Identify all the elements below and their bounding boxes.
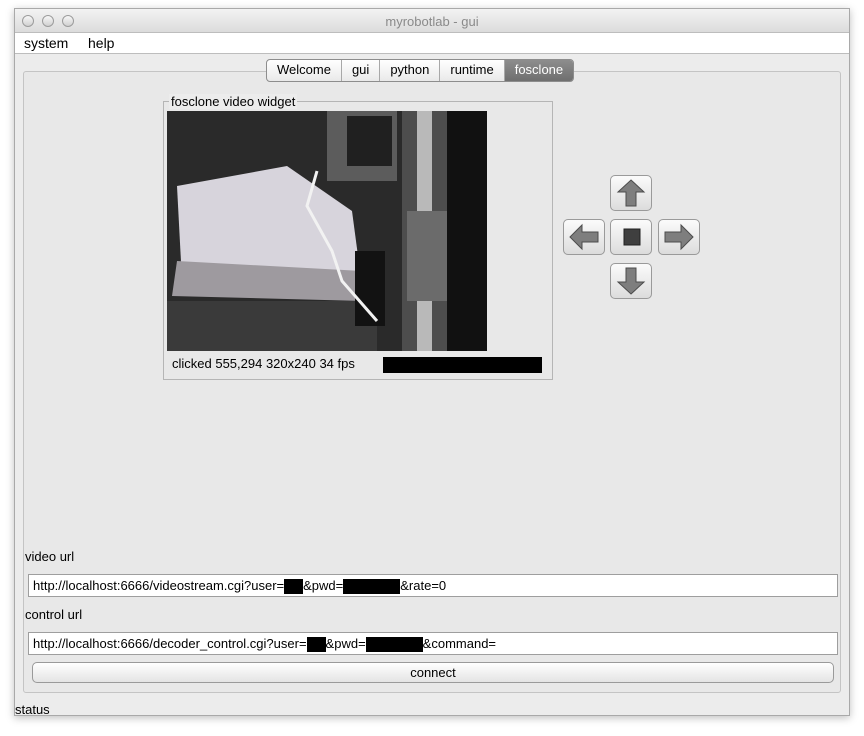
stop-square-icon <box>623 228 641 246</box>
redacted-user <box>306 637 326 653</box>
up-button[interactable] <box>610 175 652 211</box>
video-feed[interactable] <box>167 111 487 351</box>
tab-bar: Welcome gui python runtime fosclone <box>266 59 575 82</box>
menu-system[interactable]: system <box>24 35 68 51</box>
video-status: clicked 555,294 320x240 34 fps <box>172 356 355 371</box>
app-window: myrobotlab - gui system help Welcome gui… <box>14 8 850 717</box>
video-url-field[interactable]: http://localhost:6666/videostream.cgi?us… <box>28 574 838 597</box>
control-url-field[interactable]: http://localhost:6666/decoder_control.cg… <box>28 632 838 655</box>
tab-python[interactable]: python <box>380 60 441 81</box>
video-url-prefix: http://localhost:6666/videostream.cgi?us… <box>33 578 285 593</box>
tab-runtime[interactable]: runtime <box>440 60 505 81</box>
control-url-mid: &pwd= <box>325 636 366 651</box>
tab-gui[interactable]: gui <box>342 60 381 81</box>
redacted-user <box>284 579 304 595</box>
menu-bar: system help <box>15 33 849 54</box>
control-url-prefix: http://localhost:6666/decoder_control.cg… <box>33 636 307 651</box>
redacted-block <box>383 357 542 373</box>
right-arrow-icon <box>664 223 694 251</box>
connect-button[interactable]: connect <box>32 662 834 683</box>
up-arrow-icon <box>616 179 646 207</box>
stop-button[interactable] <box>610 219 652 255</box>
video-url-suffix: &rate=0 <box>400 578 447 593</box>
down-arrow-icon <box>616 267 646 295</box>
control-url-label: control url <box>25 607 83 622</box>
title-bar: myrobotlab - gui <box>15 9 849 33</box>
window-title: myrobotlab - gui <box>385 14 479 29</box>
tab-fosclone[interactable]: fosclone <box>504 60 574 81</box>
redacted-password <box>343 579 401 595</box>
menu-help[interactable]: help <box>88 35 114 51</box>
video-widget-legend: fosclone video widget <box>169 94 298 109</box>
redacted-password <box>365 637 423 653</box>
video-url-label: video url <box>25 549 75 564</box>
left-button[interactable] <box>563 219 605 255</box>
down-button[interactable] <box>610 263 652 299</box>
control-url-suffix: &command= <box>422 636 497 651</box>
left-arrow-icon <box>569 223 599 251</box>
camera-image <box>167 111 487 351</box>
status-label: status <box>15 702 50 717</box>
right-button[interactable] <box>658 219 700 255</box>
tab-welcome[interactable]: Welcome <box>267 60 342 81</box>
video-url-mid: &pwd= <box>303 578 344 593</box>
